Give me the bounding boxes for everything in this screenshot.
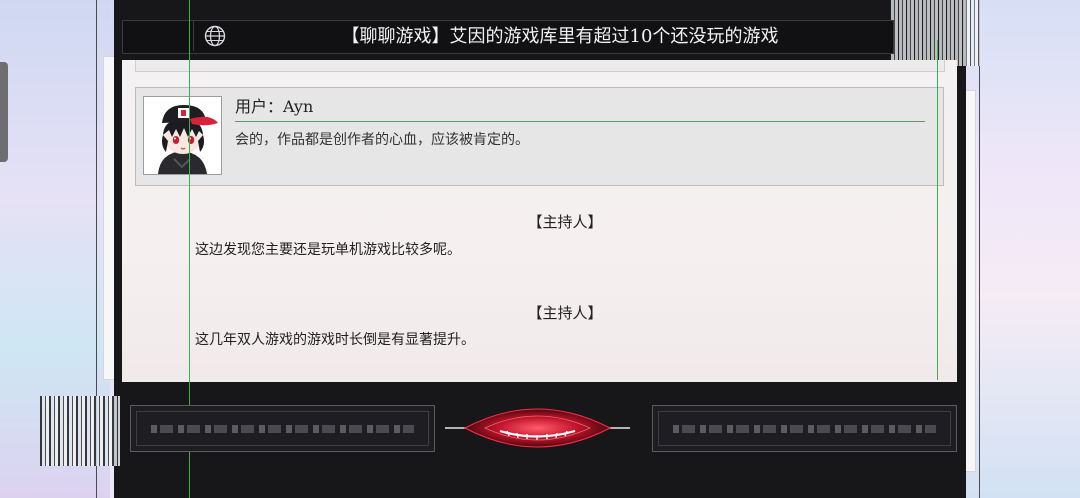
host-message: 这边发现您主要还是玩单机游戏比较多呢。 xyxy=(195,242,461,258)
right-glitched-button[interactable] xyxy=(652,405,957,452)
host-speaker-label: 【主持人】 xyxy=(527,213,603,231)
user-message: 会的，作品都是创作者的心血，应该被肯定的。 xyxy=(235,132,529,148)
user-name: 用户：Ayn xyxy=(235,97,314,116)
side-handle[interactable] xyxy=(0,62,8,162)
page-title: 【聊聊游戏】艾因的游戏库里有超过10个还没玩的游戏 xyxy=(341,26,779,47)
host-speaker-label: 【主持人】 xyxy=(527,304,603,322)
glitched-label xyxy=(673,425,936,433)
previous-card-edge xyxy=(135,60,945,72)
host-message: 这几年双人游戏的游戏时长倒是有显著提升。 xyxy=(195,332,475,348)
glitch-noise-decoration xyxy=(890,0,980,66)
glitch-noise-decoration xyxy=(40,396,120,466)
left-glitched-button[interactable] xyxy=(130,405,435,452)
green-guide-line xyxy=(937,40,938,380)
chibi-avatar-icon xyxy=(158,105,218,174)
red-eye-logo-icon[interactable] xyxy=(445,398,630,458)
title-bar-left-segment xyxy=(123,21,194,51)
glitched-label xyxy=(151,425,414,433)
user-name-divider xyxy=(235,121,925,122)
globe-icon xyxy=(204,25,226,47)
avatar xyxy=(143,96,222,175)
